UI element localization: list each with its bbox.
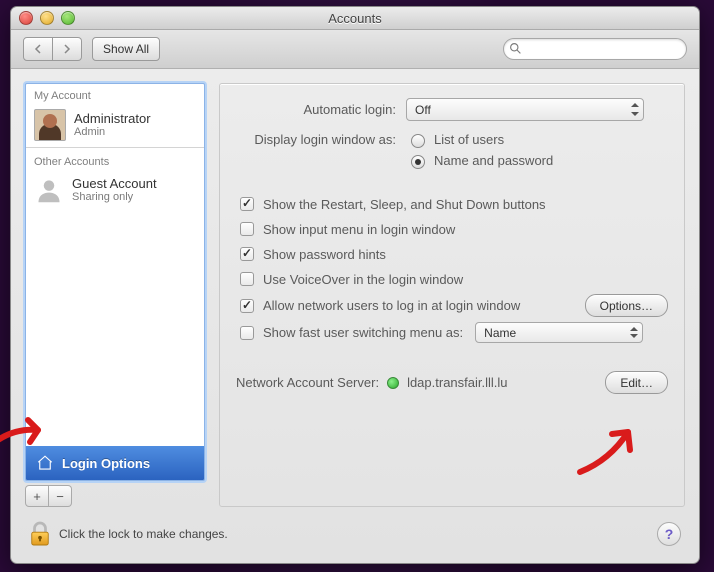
help-button[interactable]: ? xyxy=(657,522,681,546)
network-account-label: Network Account Server: xyxy=(236,375,379,390)
add-remove-segment: + − xyxy=(25,485,205,507)
checkbox-input[interactable] xyxy=(240,272,254,286)
account-row-guest[interactable]: Guest Account Sharing only xyxy=(26,171,204,209)
stepper-up-icon xyxy=(631,103,639,107)
accounts-sidebar: My Account Administrator Admin Other Acc… xyxy=(25,83,205,481)
account-name: Guest Account xyxy=(72,177,157,191)
display-login-label: Display login window as: xyxy=(236,131,396,147)
options-button[interactable]: Options… xyxy=(585,294,668,317)
search-icon xyxy=(509,42,522,55)
back-button[interactable] xyxy=(23,37,53,61)
nav-segment xyxy=(23,37,82,61)
options-label: Options… xyxy=(600,299,653,313)
sidebar-column: My Account Administrator Admin Other Acc… xyxy=(25,83,205,507)
account-role: Sharing only xyxy=(72,191,157,203)
fast-switch-value: Name xyxy=(484,326,516,340)
cb-row-fast-switch: Show fast user switching menu as: Name xyxy=(236,322,668,343)
chevron-left-icon xyxy=(33,44,43,54)
add-account-button[interactable]: + xyxy=(25,485,49,507)
cb-network-users[interactable] xyxy=(236,296,257,316)
cb-label: Allow network users to log in at login w… xyxy=(263,298,520,313)
login-options-label: Login Options xyxy=(62,456,150,471)
login-options-panel: Automatic login: Off Display login windo… xyxy=(219,83,685,507)
cb-pw-hints[interactable] xyxy=(236,244,257,264)
radio-name-password[interactable]: Name and password xyxy=(406,152,553,169)
avatar-icon xyxy=(34,109,66,141)
stepper-down-icon xyxy=(631,112,639,116)
account-role: Admin xyxy=(74,126,151,138)
lock-text: Click the lock to make changes. xyxy=(59,527,228,541)
cb-row-voiceover: Use VoiceOver in the login window xyxy=(236,269,668,289)
account-row-admin[interactable]: Administrator Admin xyxy=(26,105,204,145)
login-options-row[interactable]: Login Options xyxy=(26,446,204,480)
radio-input[interactable] xyxy=(411,134,425,148)
cb-fast-switch[interactable] xyxy=(236,323,257,343)
zoom-window-button[interactable] xyxy=(61,11,75,25)
cb-label: Show password hints xyxy=(263,247,386,262)
cb-label: Show the Restart, Sleep, and Shut Down b… xyxy=(263,197,546,212)
automatic-login-row: Automatic login: Off xyxy=(236,98,668,121)
cb-label: Show fast user switching menu as: xyxy=(263,325,463,340)
cb-input-menu[interactable] xyxy=(236,219,257,239)
cb-label: Show input menu in login window xyxy=(263,222,455,237)
footer: Click the lock to make changes. ? xyxy=(11,507,699,563)
window-controls xyxy=(11,11,75,25)
checkbox-input[interactable] xyxy=(240,247,254,261)
checkbox-input[interactable] xyxy=(240,222,254,236)
radio-label: Name and password xyxy=(434,153,553,168)
radio-list-of-users[interactable]: List of users xyxy=(406,131,553,148)
radio-label: List of users xyxy=(434,132,504,147)
cb-row-network-users: Allow network users to log in at login w… xyxy=(236,294,668,317)
display-login-row: Display login window as: List of users N… xyxy=(236,131,668,169)
titlebar: Accounts xyxy=(11,7,699,30)
show-all-button[interactable]: Show All xyxy=(92,37,160,61)
network-account-row: Network Account Server: ldap.transfair.l… xyxy=(236,371,668,394)
pref-body: My Account Administrator Admin Other Acc… xyxy=(11,69,699,507)
sidebar-section-other: Other Accounts xyxy=(26,150,204,171)
automatic-login-value: Off xyxy=(415,103,431,117)
search-field[interactable] xyxy=(503,38,687,60)
radio-input[interactable] xyxy=(411,155,425,169)
window-title: Accounts xyxy=(11,11,699,26)
cb-restart[interactable] xyxy=(236,194,257,214)
cb-row-restart: Show the Restart, Sleep, and Shut Down b… xyxy=(236,194,668,214)
stepper-down-icon xyxy=(630,334,638,338)
accounts-window: Accounts Show All My Account xyxy=(10,6,700,564)
cb-voiceover[interactable] xyxy=(236,269,257,289)
checkbox-input[interactable] xyxy=(240,326,254,340)
sidebar-section-my: My Account xyxy=(26,84,204,105)
cb-row-pw-hints: Show password hints xyxy=(236,244,668,264)
edit-button[interactable]: Edit… xyxy=(605,371,668,394)
automatic-login-label: Automatic login: xyxy=(236,102,396,117)
divider xyxy=(26,147,204,148)
house-icon xyxy=(36,454,54,472)
show-all-label: Show All xyxy=(103,42,149,56)
minimize-window-button[interactable] xyxy=(40,11,54,25)
guest-silhouette-icon xyxy=(34,175,64,205)
status-dot-icon xyxy=(387,377,399,389)
account-name: Administrator xyxy=(74,112,151,126)
cb-row-input-menu: Show input menu in login window xyxy=(236,219,668,239)
checkbox-input[interactable] xyxy=(240,197,254,211)
automatic-login-popup[interactable]: Off xyxy=(406,98,644,121)
lock-icon[interactable] xyxy=(29,521,51,547)
fast-switch-popup[interactable]: Name xyxy=(475,322,643,343)
search-input[interactable] xyxy=(526,41,686,57)
checkbox-input[interactable] xyxy=(240,299,254,313)
remove-account-button[interactable]: − xyxy=(49,485,72,507)
chevron-right-icon xyxy=(62,44,72,54)
edit-label: Edit… xyxy=(620,376,653,390)
forward-button[interactable] xyxy=(53,37,82,61)
cb-label: Use VoiceOver in the login window xyxy=(263,272,463,287)
close-window-button[interactable] xyxy=(19,11,33,25)
network-account-value: ldap.transfair.lll.lu xyxy=(407,375,507,390)
stepper-up-icon xyxy=(630,327,638,331)
toolbar: Show All xyxy=(11,30,699,69)
